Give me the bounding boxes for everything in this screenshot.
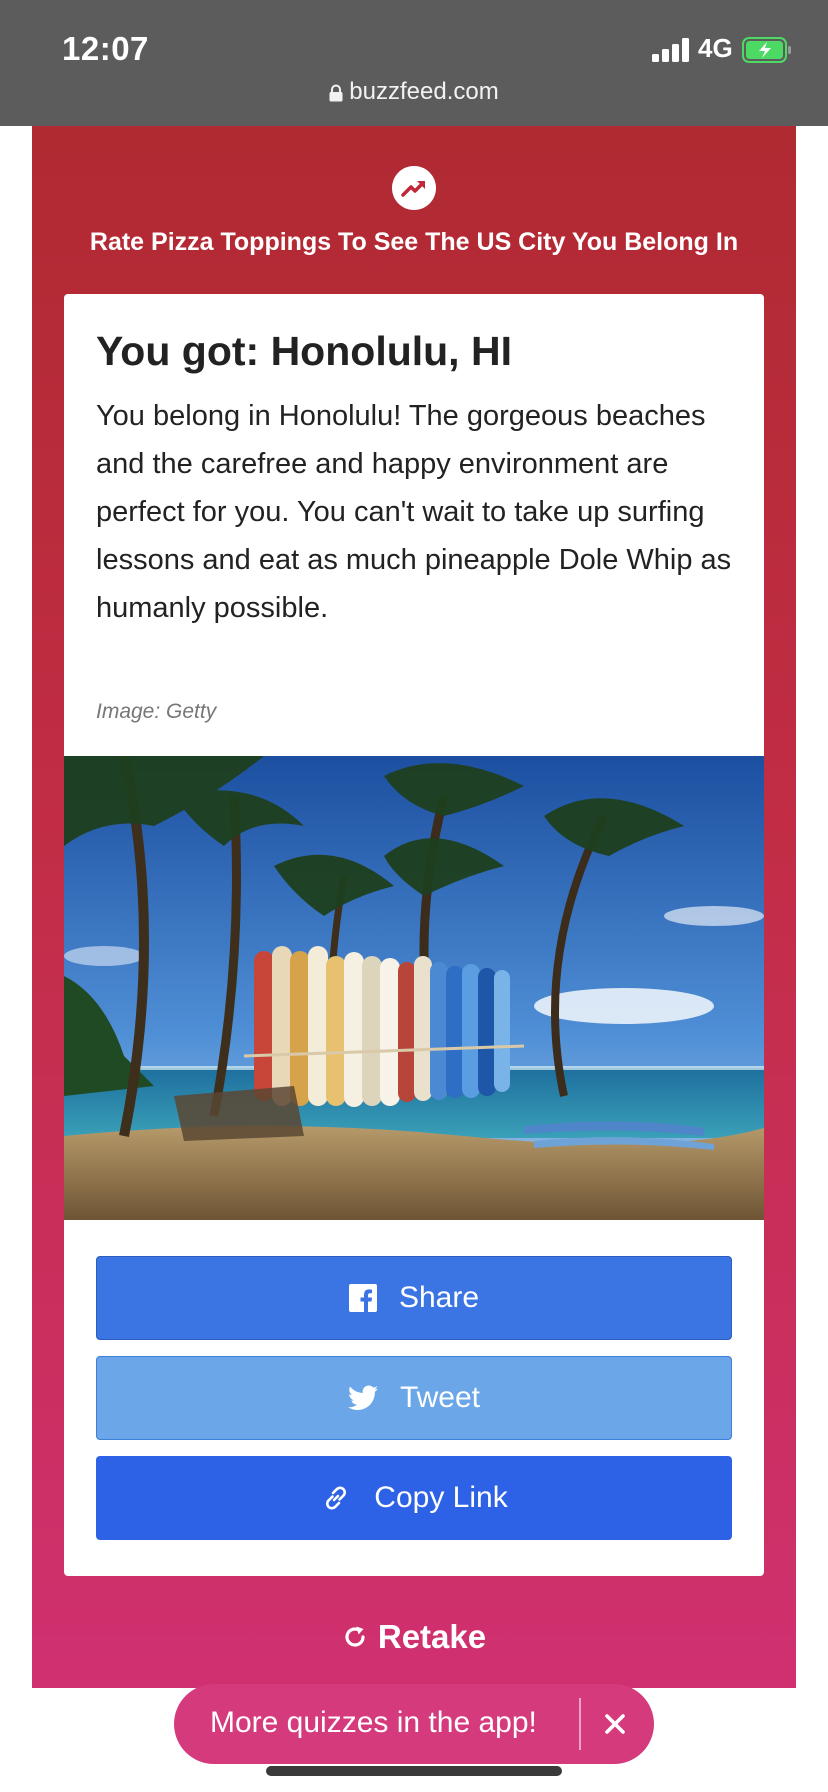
status-bar: 12:07 4G buzzfeed.com [0, 0, 828, 126]
address-bar[interactable]: buzzfeed.com [0, 78, 828, 106]
battery-charging-icon [742, 37, 791, 63]
twitter-share-button[interactable]: Tweet [96, 1356, 732, 1440]
app-promo-banner[interactable]: More quizzes in the app! [174, 1684, 654, 1764]
result-description: You belong in Honolulu! The gorgeous bea… [96, 400, 732, 624]
signal-icon [652, 38, 692, 62]
link-icon [326, 1486, 347, 1510]
copy-link-label: Copy Link [374, 1481, 508, 1514]
facebook-icon [348, 1284, 377, 1312]
home-indicator [266, 1766, 562, 1776]
clock: 12:07 [62, 30, 149, 67]
quiz-title: Rate Pizza Toppings To See The US City Y… [89, 228, 739, 256]
close-icon[interactable] [592, 1701, 638, 1747]
lock-icon [329, 84, 343, 102]
retake-label: Retake [377, 1618, 487, 1655]
banner-divider [579, 1698, 581, 1750]
facebook-share-button[interactable]: Share [96, 1256, 732, 1340]
app-promo-label: More quizzes in the app! [210, 1706, 537, 1739]
trending-icon [392, 166, 436, 210]
copy-link-button[interactable]: Copy Link [96, 1456, 732, 1540]
result-card: You got: Honolulu, HI You belong in Hono… [64, 294, 764, 1576]
retake-button[interactable]: Retake [32, 1618, 796, 1656]
twitter-icon [347, 1385, 378, 1410]
result-image-surfboards-beach [64, 756, 764, 1220]
network-type: 4G [698, 33, 733, 63]
twitter-share-label: Tweet [399, 1381, 481, 1414]
result-heading: You got: Honolulu, HI [96, 328, 512, 374]
quiz-result-panel: Rate Pizza Toppings To See The US City Y… [32, 126, 796, 1688]
facebook-share-label: Share [398, 1281, 480, 1314]
url-text: buzzfeed.com [349, 78, 499, 105]
image-credit: Image: Getty [96, 700, 217, 723]
retake-icon [345, 1626, 365, 1647]
